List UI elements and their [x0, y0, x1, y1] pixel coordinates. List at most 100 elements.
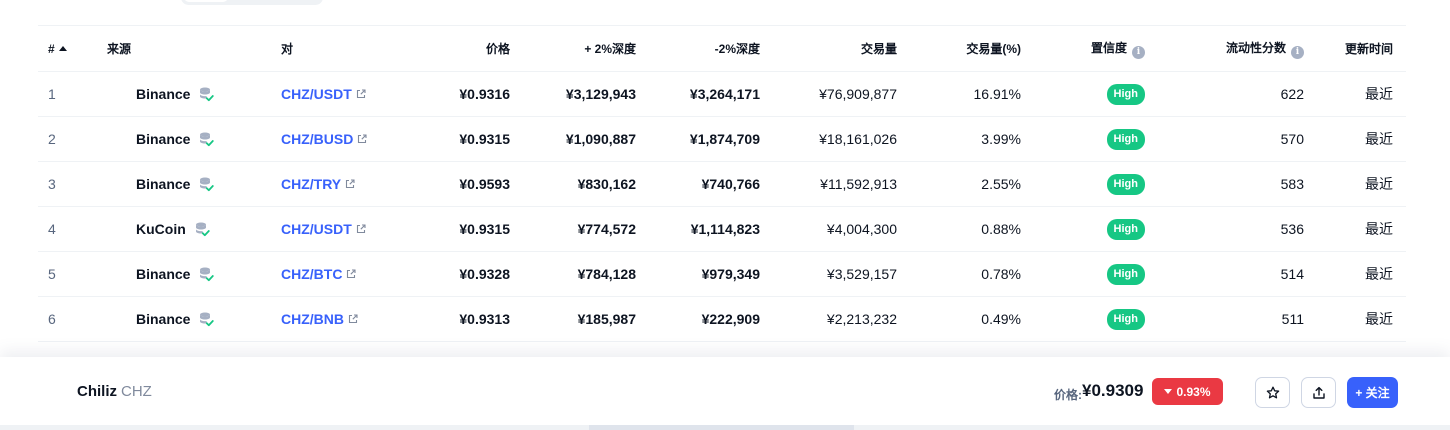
follow-button[interactable]: + 关注	[1347, 377, 1398, 408]
updated-cell: 最近	[1365, 176, 1393, 192]
row-rank: 5	[48, 266, 56, 282]
table-row: 3 Binance CHZ/TRY ¥0.9593 ¥830,162 ¥740,…	[38, 162, 1406, 207]
confidence-cell: High	[1021, 173, 1145, 195]
header-volume[interactable]: 交易量	[760, 40, 897, 57]
confidence-cell: High	[1021, 218, 1145, 240]
confidence-cell: High	[1021, 308, 1145, 330]
page-bottom-strip	[0, 425, 1450, 430]
pair-label: CHZ/USDT	[281, 221, 352, 237]
pair-link[interactable]: CHZ/USDT	[281, 221, 366, 237]
pair-link[interactable]: CHZ/TRY	[281, 176, 355, 192]
header-num-label: #	[48, 41, 55, 56]
volume-pct-cell: 3.99%	[981, 131, 1021, 147]
price-cell: ¥0.9328	[459, 266, 510, 282]
header-confidence-label: 置信度	[1090, 40, 1127, 55]
coin-price: ¥0.9309	[1082, 381, 1144, 400]
minus-depth-cell: ¥740,766	[701, 176, 760, 192]
price-cell: ¥0.9316	[459, 86, 510, 102]
pair-cell: CHZ/BNB	[281, 311, 406, 327]
header-liquidity[interactable]: 流动性分数 i	[1145, 39, 1304, 59]
exchange-name[interactable]: Binance	[136, 311, 190, 327]
exchange-name[interactable]: Binance	[136, 176, 190, 192]
confidence-cell: High	[1021, 263, 1145, 285]
volume-cell: ¥4,004,300	[826, 221, 897, 237]
minus-depth-cell: ¥222,909	[701, 311, 760, 327]
table-row: 6 Binance CHZ/BNB ¥0.9313 ¥185,987 ¥222,…	[38, 297, 1406, 342]
pair-cell: CHZ/USDT	[281, 221, 406, 237]
sort-ascending-icon[interactable]	[58, 46, 67, 51]
plus-depth-cell: ¥784,128	[577, 266, 636, 282]
volume-cell: ¥11,592,913	[820, 176, 897, 192]
exchange-name[interactable]: Binance	[136, 86, 190, 102]
volume-pct-cell: 0.78%	[981, 266, 1021, 282]
header-price[interactable]: 价格	[406, 40, 510, 57]
header-confidence[interactable]: 置信度 i	[1021, 39, 1145, 59]
header-num[interactable]: #	[38, 42, 107, 56]
coin-symbol: CHZ	[121, 383, 152, 400]
minus-depth-cell: ¥3,264,171	[689, 86, 760, 102]
database-check-icon	[200, 177, 215, 192]
volume-cell: ¥76,909,877	[819, 86, 897, 102]
exchange-cell: KuCoin	[107, 221, 281, 237]
minus-depth-cell: ¥1,114,823	[690, 221, 760, 237]
external-link-icon	[356, 89, 366, 99]
bottom-strip-segment	[589, 425, 854, 430]
plus-depth-cell: ¥3,129,943	[565, 86, 636, 102]
pair-link[interactable]: CHZ/BNB	[281, 311, 358, 327]
coin-name: Chiliz	[77, 383, 117, 400]
star-icon	[1266, 386, 1279, 398]
pair-link[interactable]: CHZ/BUSD	[281, 131, 367, 147]
view-toggle[interactable]	[181, 0, 323, 5]
liquidity-cell: 514	[1280, 266, 1304, 282]
header-updated[interactable]: 更新时间	[1304, 40, 1393, 57]
pair-link[interactable]: CHZ/BTC	[281, 266, 356, 282]
updated-cell: 最近	[1365, 86, 1393, 102]
liquidity-cell: 511	[1281, 311, 1304, 327]
table-row: 4 KuCoin CHZ/USDT ¥0.9315 ¥774,572 ¥1,11…	[38, 207, 1406, 252]
pair-label: CHZ/BNB	[281, 311, 344, 327]
price-change-badge: 0.93%	[1152, 378, 1223, 405]
exchange-name[interactable]: Binance	[136, 131, 190, 147]
header-plus-depth[interactable]: + 2%深度	[510, 40, 636, 57]
header-pair[interactable]: 对	[281, 40, 406, 57]
database-check-icon	[200, 87, 215, 102]
table-row: 1 Binance CHZ/USDT ¥0.9316 ¥3,129,943 ¥3…	[38, 72, 1406, 117]
header-source[interactable]: 来源	[107, 40, 281, 57]
pair-label: CHZ/BUSD	[281, 131, 354, 147]
volume-pct-cell: 2.55%	[981, 176, 1021, 192]
pair-link[interactable]: CHZ/USDT	[281, 86, 366, 102]
pair-cell: CHZ/BTC	[281, 266, 406, 282]
row-rank: 6	[48, 311, 56, 327]
volume-cell: ¥3,529,157	[826, 266, 897, 282]
view-toggle-active[interactable]	[184, 0, 228, 2]
external-link-icon	[356, 224, 366, 234]
exchange-name[interactable]: Binance	[136, 266, 190, 282]
row-rank: 2	[48, 131, 56, 147]
watchlist-button[interactable]	[1255, 377, 1290, 408]
header-minus-depth[interactable]: -2%深度	[636, 40, 760, 57]
updated-cell: 最近	[1365, 221, 1393, 237]
share-button[interactable]	[1301, 377, 1336, 408]
info-icon[interactable]: i	[1132, 45, 1145, 59]
pair-cell: CHZ/BUSD	[281, 131, 406, 147]
volume-pct-cell: 16.91%	[973, 86, 1021, 102]
confidence-badge: High	[1106, 263, 1145, 285]
database-check-icon	[200, 132, 215, 147]
pair-cell: CHZ/TRY	[281, 176, 406, 192]
confidence-badge: High	[1106, 83, 1145, 105]
price-cell: ¥0.9593	[459, 176, 510, 192]
row-rank: 1	[48, 86, 56, 102]
external-link-icon	[348, 314, 358, 324]
external-link-icon	[347, 269, 356, 279]
minus-depth-cell: ¥979,349	[701, 266, 760, 282]
exchange-name[interactable]: KuCoin	[136, 221, 186, 237]
updated-cell: 最近	[1365, 131, 1393, 147]
plus-depth-cell: ¥185,987	[577, 311, 636, 327]
liquidity-cell: 536	[1280, 221, 1304, 237]
external-link-icon	[358, 134, 367, 144]
info-icon[interactable]: i	[1291, 45, 1304, 59]
table-body: 1 Binance CHZ/USDT ¥0.9316 ¥3,129,943 ¥3…	[38, 72, 1406, 342]
header-volume-pct[interactable]: 交易量(%)	[897, 40, 1021, 57]
share-icon	[1312, 386, 1325, 399]
confidence-cell: High	[1021, 83, 1145, 105]
